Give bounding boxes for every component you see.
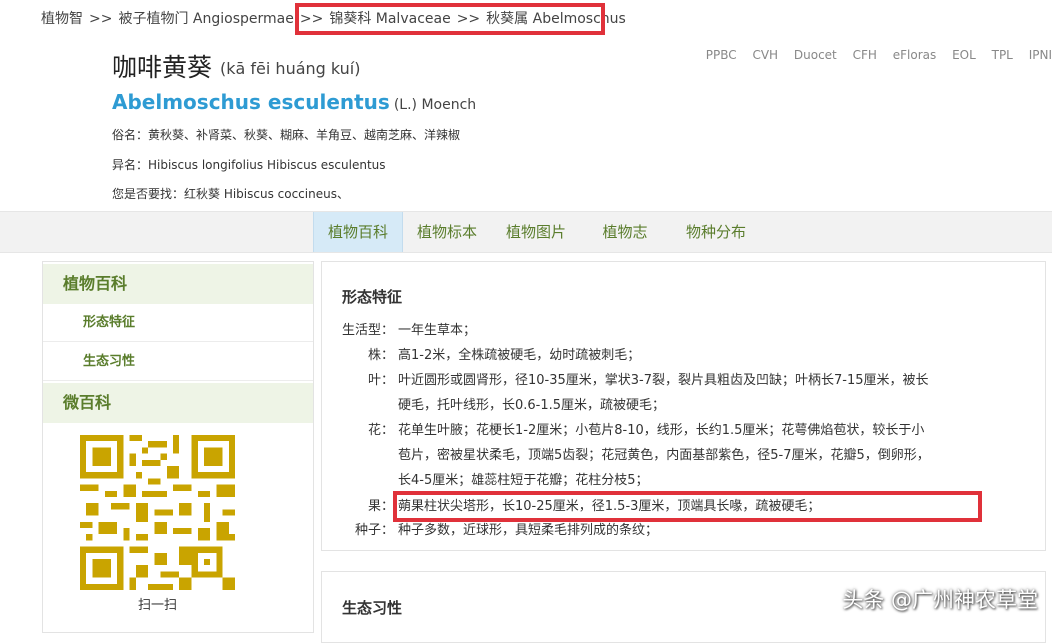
trait-label: 花： bbox=[367, 423, 394, 438]
trait-text-line: 长4-5厘米；雄蕊柱短于花瓣；花柱分枝5； bbox=[398, 473, 649, 488]
link-ppbc[interactable]: PPBC bbox=[706, 48, 737, 62]
trait-text-line: 硬毛，托叶线形，长0.6-1.5厘米，疏被硬毛； bbox=[398, 398, 666, 413]
tab-specimens[interactable]: 植物标本 bbox=[403, 212, 491, 252]
ecology-title: 生态习性 bbox=[342, 599, 403, 617]
did-you-mean[interactable]: 您是否要找：红秋葵 Hibiscus coccineus、 bbox=[112, 185, 349, 202]
trait-text-line: 花单生叶腋；花梗长1-2厘米；小苞片8-10，线形，长约1.5厘米；花萼佛焰苞状… bbox=[398, 423, 925, 438]
scientific-name[interactable]: Abelmoschus esculentus bbox=[112, 90, 390, 114]
page-title: 咖啡黄葵 (kā fēi huáng kuí) bbox=[112, 48, 361, 84]
breadcrumb-item-home[interactable]: 植物智 bbox=[41, 11, 83, 27]
sidebar-section-encyclopedia[interactable]: 植物百科 bbox=[43, 264, 313, 304]
link-ipni[interactable]: IPNI bbox=[1029, 48, 1052, 62]
chinese-name: 咖啡黄葵 bbox=[112, 53, 213, 82]
author: (L.) Moench bbox=[393, 97, 477, 113]
tab-flora[interactable]: 植物志 bbox=[581, 212, 669, 252]
trait-text-line: 苞片，密被星状柔毛，顶端5齿裂；花冠黄色，内面基部紫色，径5-7厘米，花瓣5，倒… bbox=[398, 448, 930, 463]
trait-text: 一年生草本； bbox=[398, 323, 477, 338]
trait-label: 株： bbox=[367, 348, 394, 363]
scientific-name-line: Abelmoschus esculentus (L.) Moench bbox=[112, 90, 476, 114]
morphology-panel: 形态特征 生活型： 一年生草本； 株： 高1-2米，全株疏被硬毛，幼时疏被刺毛；… bbox=[321, 261, 1046, 551]
sidebar-section-mini[interactable]: 微百科 bbox=[43, 383, 313, 423]
synonyms: 异名：Hibiscus longifolius Hibiscus esculen… bbox=[112, 158, 386, 172]
qr-code bbox=[80, 435, 235, 590]
tab-distribution[interactable]: 物种分布 bbox=[670, 212, 762, 252]
fruit-highlight-box bbox=[393, 491, 982, 522]
trait-text-line: 叶近圆形或圆肾形，径10-35厘米，掌状3-7裂，裂片具粗齿及凹缺；叶柄长7-1… bbox=[398, 373, 929, 388]
sidebar-item-morphology[interactable]: 形态特征 bbox=[43, 304, 313, 342]
qr-caption: 扫一扫 bbox=[137, 598, 177, 613]
trait-text: 高1-2米，全株疏被硬毛，幼时疏被刺毛； bbox=[398, 348, 641, 363]
link-tpl[interactable]: TPL bbox=[992, 48, 1013, 62]
link-duocet[interactable]: Duocet bbox=[794, 48, 837, 62]
breadcrumb-highlight-box bbox=[295, 3, 605, 35]
tab-plant-encyclopedia[interactable]: 植物百科 bbox=[313, 212, 403, 252]
sidebar-item-ecology[interactable]: 生态习性 bbox=[43, 343, 313, 381]
link-efloras[interactable]: eFloras bbox=[893, 48, 937, 62]
tab-bar: 植物百科 植物标本 植物图片 植物志 物种分布 bbox=[0, 211, 1052, 253]
external-links: PPBC CVH Duocet CFH eFloras EOL TPL IPNI bbox=[694, 48, 1052, 62]
morphology-title: 形态特征 bbox=[342, 288, 403, 306]
trait-label: 生活型： bbox=[341, 323, 394, 338]
breadcrumb-item-phylum[interactable]: 被子植物门 Angiospermae bbox=[118, 11, 293, 27]
tab-images[interactable]: 植物图片 bbox=[492, 212, 580, 252]
watermark: 头条 @广州神农草堂 bbox=[842, 588, 1038, 612]
link-eol[interactable]: EOL bbox=[952, 48, 976, 62]
trait-label: 叶： bbox=[367, 373, 394, 388]
trait-label: 果： bbox=[367, 499, 394, 514]
common-names: 俗名：黄秋葵、补肾菜、秋葵、糊麻、羊角豆、越南芝麻、洋辣椒 bbox=[112, 128, 461, 142]
link-cvh[interactable]: CVH bbox=[752, 48, 778, 62]
trait-label: 种子： bbox=[354, 523, 394, 538]
pinyin: (kā fēi huáng kuí) bbox=[220, 59, 361, 78]
breadcrumb-separator: >> bbox=[89, 11, 113, 27]
link-cfh[interactable]: CFH bbox=[853, 48, 877, 62]
